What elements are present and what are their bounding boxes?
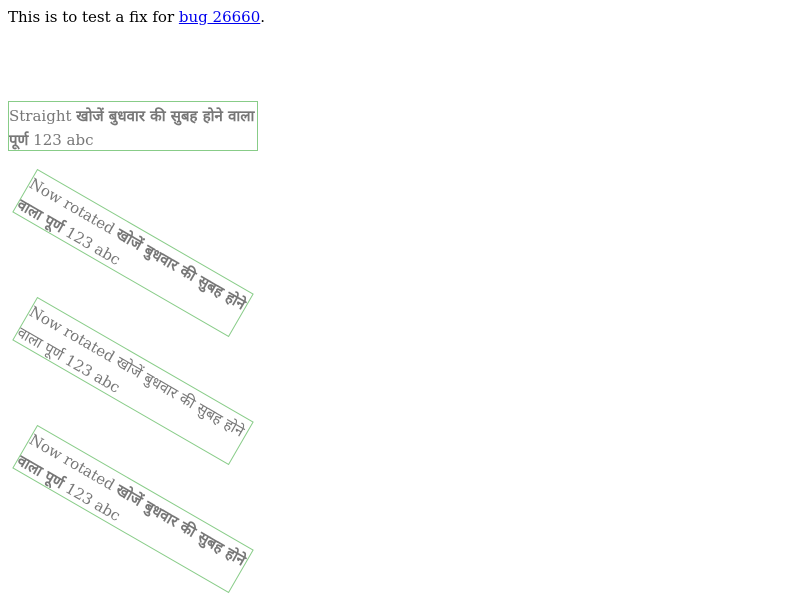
straight-text-box: Straight खोजें बुधवार की सुबह होने वाला … [8,101,258,151]
intro-suffix: . [260,8,266,26]
intro-text: This is to test a fix for bug 26660. [8,8,265,26]
hindi-text: खोजें बुधवार की सुबह होने वाला पूर्ण [14,451,249,570]
box-tail: 123 abc [61,350,124,397]
box-label: Straight [9,107,72,125]
bug-link[interactable]: bug 26660 [179,8,260,26]
hindi-text: खोजें बुधवार की सुबह होने वाला पूर्ण [14,323,248,441]
intro-prefix: This is to test a fix for [8,8,179,26]
box-tail: 123 abc [62,223,124,269]
hindi-text: खोजें बुधवार की सुबह होने वाला पूर्ण [14,195,249,314]
box-tail: 123 abc [33,131,94,149]
box-tail: 123 abc [62,479,124,525]
